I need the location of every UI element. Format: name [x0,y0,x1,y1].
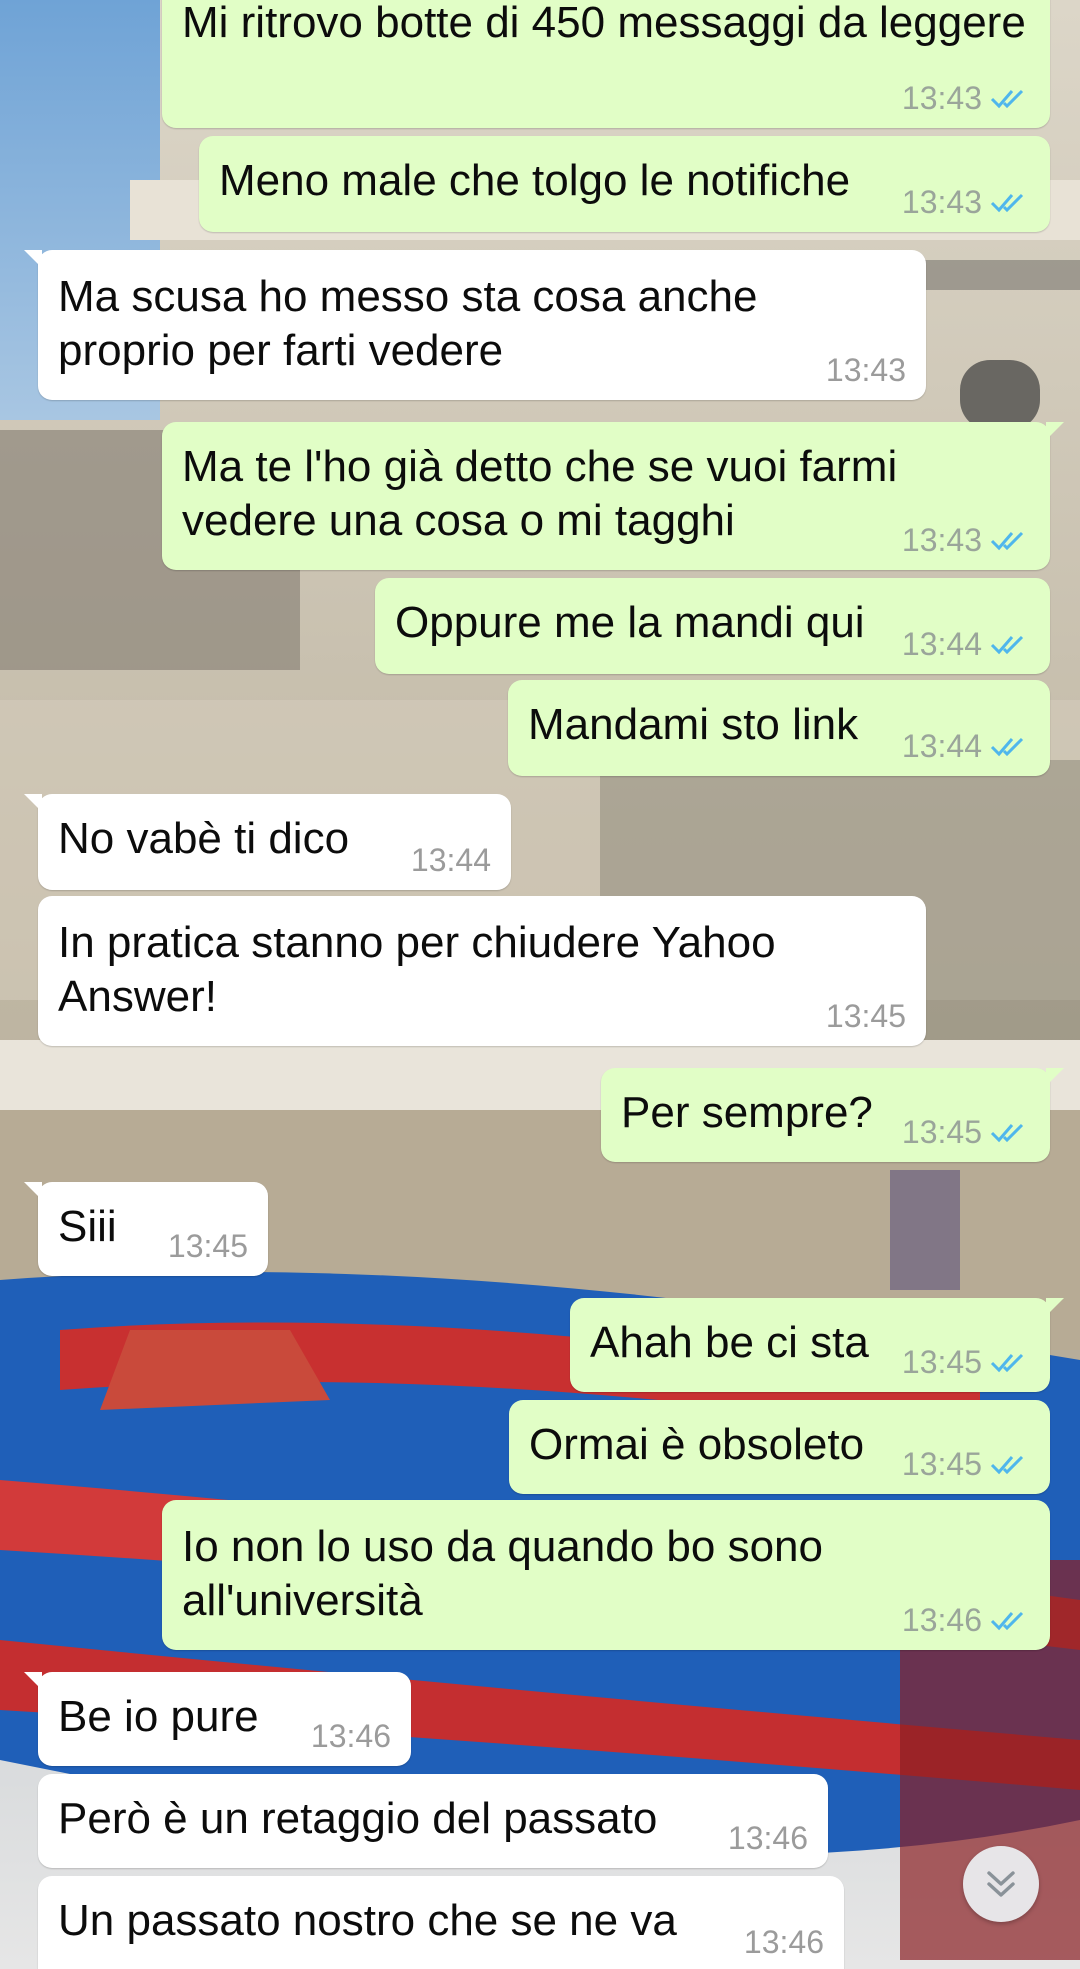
message-meta: 13:44 [902,628,1030,660]
message-incoming[interactable]: Un passato nostro che se ne va 13:46 [38,1876,844,1969]
message-incoming[interactable]: Siii 13:45 [24,1182,268,1276]
message-outgoing[interactable]: Meno male che tolgo le notifiche 13:43 [199,136,1050,232]
message-outgoing[interactable]: Per sempre? 13:45 [601,1068,1064,1162]
message-meta: 13:44 [902,730,1030,762]
message-text: Mi ritrovo botte di 450 messaggi da legg… [182,0,1026,47]
double-check-icon [990,1611,1024,1631]
message-meta: 13:46 [902,1604,1030,1636]
message-incoming[interactable]: Ma scusa ho messo sta cosa anche proprio… [24,250,926,400]
message-outgoing[interactable]: Mandami sto link 13:44 [508,680,1050,776]
message-meta: 13:45 [902,1346,1030,1378]
message-text: In pratica stanno per chiudere Yahoo Ans… [58,918,786,1021]
chevron-double-down-icon [987,1871,1015,1897]
message-incoming[interactable]: Be io pure 13:46 [24,1672,411,1766]
message-time: 13:44 [410,842,491,878]
message-time: 13:45 [901,1446,982,1482]
message-text: Ma scusa ho messo sta cosa anche proprio… [58,272,770,375]
message-time: 13:43 [901,184,982,220]
message-meta: 13:44 [411,844,491,876]
message-meta: 13:46 [744,1926,824,1958]
message-time: 13:44 [901,728,982,764]
double-check-icon [990,1353,1024,1373]
message-outgoing[interactable]: Ma te l'ho già detto che se vuoi farmi v… [162,422,1064,570]
chat-message-list[interactable]: Mi ritrovo botte di 450 messaggi da legg… [0,0,1080,1969]
message-outgoing[interactable]: Io non lo uso da quando bo sono all'univ… [162,1500,1050,1650]
bubble-tail [24,1672,42,1690]
message-time: 13:45 [167,1228,248,1264]
message-meta: 13:46 [728,1822,808,1854]
message-meta: 13:45 [168,1230,248,1262]
message-text: Un passato nostro che se ne va [58,1896,677,1945]
message-meta: 13:43 [902,82,1030,114]
message-outgoing[interactable]: Mi ritrovo botte di 450 messaggi da legg… [162,0,1050,128]
bubble-tail [1046,422,1064,440]
message-incoming[interactable]: In pratica stanno per chiudere Yahoo Ans… [38,896,926,1046]
message-time: 13:43 [825,352,906,388]
message-meta: 13:45 [826,1000,906,1032]
message-time: 13:46 [743,1924,824,1960]
message-incoming[interactable]: No vabè ti dico 13:44 [24,794,511,890]
double-check-icon [990,193,1024,213]
bubble-tail [1046,1068,1064,1086]
double-check-icon [990,1455,1024,1475]
scroll-to-bottom-button[interactable] [963,1846,1039,1922]
double-check-icon [990,531,1024,551]
message-time: 13:43 [901,80,982,116]
double-check-icon [990,737,1024,757]
message-meta: 13:45 [902,1116,1030,1148]
message-time: 13:44 [901,626,982,662]
message-outgoing[interactable]: Ahah be ci sta 13:45 [570,1298,1064,1392]
message-outgoing[interactable]: Oppure me la mandi qui 13:44 [375,578,1050,674]
message-text: Però è un retaggio del passato [58,1794,658,1843]
message-time: 13:45 [901,1344,982,1380]
message-meta: 13:43 [902,524,1030,556]
double-check-icon [990,89,1024,109]
double-check-icon [990,1123,1024,1143]
message-time: 13:43 [901,522,982,558]
bubble-tail [1046,1298,1064,1316]
bubble-tail [24,794,42,812]
message-meta: 13:46 [311,1720,391,1752]
message-time: 13:45 [825,998,906,1034]
message-incoming[interactable]: Però è un retaggio del passato 13:46 [38,1774,828,1868]
message-meta: 13:43 [826,354,906,386]
message-time: 13:46 [310,1718,391,1754]
message-meta: 13:43 [902,186,1030,218]
message-time: 13:46 [901,1602,982,1638]
message-outgoing[interactable]: Ormai è obsoleto 13:45 [509,1400,1050,1494]
bubble-tail [24,250,42,268]
message-time: 13:45 [901,1114,982,1150]
message-time: 13:46 [727,1820,808,1856]
bubble-tail [24,1182,42,1200]
double-check-icon [990,635,1024,655]
message-meta: 13:45 [902,1448,1030,1480]
